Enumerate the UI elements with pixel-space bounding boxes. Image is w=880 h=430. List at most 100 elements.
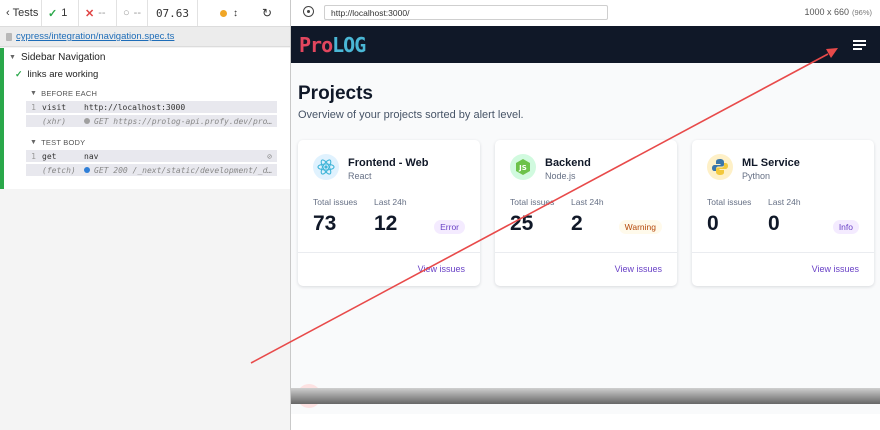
last-24h-label: Last 24h [571,197,604,207]
check-icon: ✓ [15,69,23,79]
project-card: Frontend - Web React Total issues Last 2… [298,140,480,286]
project-name: ML Service [742,157,800,169]
react-icon [313,154,339,180]
tests-button[interactable]: ‹ Tests [0,0,42,26]
caret-down-icon: ▼ [9,54,16,61]
chevron-left-icon: ‹ [6,7,10,19]
project-name: Frontend - Web [348,157,429,169]
view-issues-link[interactable]: View issues [615,264,662,274]
project-language: React [348,171,372,181]
card-divider [692,252,874,253]
command-message: GET https://prolog-api.profy.dev/proj… [84,117,277,126]
logo-part1: Pro [299,33,333,57]
top-navbar: ProLOG [291,26,880,63]
total-issues-label: Total issues [510,197,555,207]
total-issues-value: 25 [510,212,534,235]
command-message-text: GET 200 /_next/static/development/_de… [94,165,277,175]
reload-icon: ↻ [261,6,273,20]
page-title: Projects [298,83,373,104]
test-title-text: links are working [27,69,99,80]
url-display[interactable]: http://localhost:3000/ [324,5,608,20]
viewport-info[interactable]: 1000 x 660 (96%) [804,7,872,17]
command-name: visit [42,102,67,112]
viewport-size: 1000 x 660 [804,7,849,17]
project-card: ML Service Python Total issues Last 24h … [692,140,874,286]
failed-count: ✕ -- [79,0,117,26]
aut-header: http://localhost:3000/ 1000 x 660 (96%) [291,0,880,27]
pending-circle-icon: ○ [123,7,130,19]
project-language: Python [742,171,771,181]
pending-value: -- [133,7,141,19]
command-row[interactable]: 1 get nav ⊘ [26,150,277,162]
status-badge: Warning [618,220,662,234]
command-row[interactable]: 1 visit http://localhost:3000 [26,101,277,113]
command-number: 1 [31,151,36,161]
total-issues-value: 73 [313,212,337,235]
command-number: 1 [31,102,36,112]
passed-value: 1 [61,7,68,19]
project-name: Backend [545,157,591,169]
command-name: get [42,151,57,161]
file-icon [6,32,12,41]
command-row[interactable]: (xhr) GET https://prolog-api.profy.dev/p… [26,115,277,127]
nodejs-icon: JS [510,154,536,180]
before-each-header[interactable]: ▼ BEFORE EACH [30,89,97,98]
last-24h-value: 0 [768,212,780,235]
command-row[interactable]: (fetch) GET 200 /_next/static/developmen… [26,164,277,176]
running-indicator-icon [220,9,227,17]
page-subtitle: Overview of your projects sorted by aler… [298,109,524,121]
eye-slash-icon: ⊘ [267,151,272,161]
status-badge: Error [434,220,465,234]
iframe-bottom-edge [291,388,880,404]
last-24h-value: 12 [374,212,398,235]
last-24h-label: Last 24h [374,197,407,207]
prolog-logo[interactable]: ProLOG [299,33,366,57]
spec-path[interactable]: cypress/integration/navigation.spec.ts [16,31,174,42]
selector-playground-icon[interactable] [303,6,314,17]
test-body-header[interactable]: ▼ TEST BODY [30,138,85,147]
last-24h-value: 2 [571,212,583,235]
command-name: (xhr) [42,116,67,126]
caret-down-icon: ▼ [30,139,38,146]
request-status-dot [84,167,90,173]
total-issues-label: Total issues [313,197,358,207]
project-language: Node.js [545,171,576,181]
total-issues-value: 0 [707,212,719,235]
command-message: http://localhost:3000 [84,102,186,112]
svg-text:JS: JS [518,164,527,172]
cross-icon: ✕ [85,7,95,20]
zoom-level: (96%) [851,8,872,17]
suite-title[interactable]: ▼ Sidebar Navigation [9,52,105,63]
spec-file-bar[interactable]: cypress/integration/navigation.spec.ts [0,27,290,47]
total-issues-label: Total issues [707,197,752,207]
app-preview-panel: http://localhost:3000/ 1000 x 660 (96%) P… [291,0,880,430]
request-status-dot [84,118,90,124]
suite-title-text: Sidebar Navigation [20,52,106,63]
runner-header: ‹ Tests ✓ 1 ✕ -- ○ -- 07.63 ↕ ↻ [0,0,290,27]
passed-count: ✓ 1 [42,0,79,26]
failed-value: -- [98,7,106,19]
test-runner-panel: ‹ Tests ✓ 1 ✕ -- ○ -- 07.63 ↕ ↻ cypress/… [0,0,291,430]
status-badge: Info [832,220,859,234]
check-icon: ✓ [48,7,58,20]
rerun-button[interactable]: ↻ [244,0,290,26]
card-divider [495,252,677,253]
before-each-label: BEFORE EACH [41,89,98,98]
view-issues-link[interactable]: View issues [418,264,465,274]
tests-label: Tests [12,7,39,19]
card-divider [298,252,480,253]
project-card: JS Backend Node.js Total issues Last 24h… [495,140,677,286]
last-24h-label: Last 24h [768,197,801,207]
view-issues-link[interactable]: View issues [812,264,859,274]
auto-scroll-control[interactable]: ↕ [198,0,244,26]
test-title[interactable]: ✓ links are working [15,69,98,80]
python-icon [707,154,733,180]
command-message: nav [84,151,99,161]
pass-accent-bar [0,48,4,189]
app-iframe: ProLOG Projects Overview of your project… [291,26,880,414]
test-body-label: TEST BODY [41,138,86,147]
command-message-text: GET https://prolog-api.profy.dev/proj… [94,116,277,126]
caret-down-icon: ▼ [30,90,38,97]
menu-icon[interactable] [853,40,866,50]
scroll-arrows-icon[interactable]: ↕ [233,8,238,19]
